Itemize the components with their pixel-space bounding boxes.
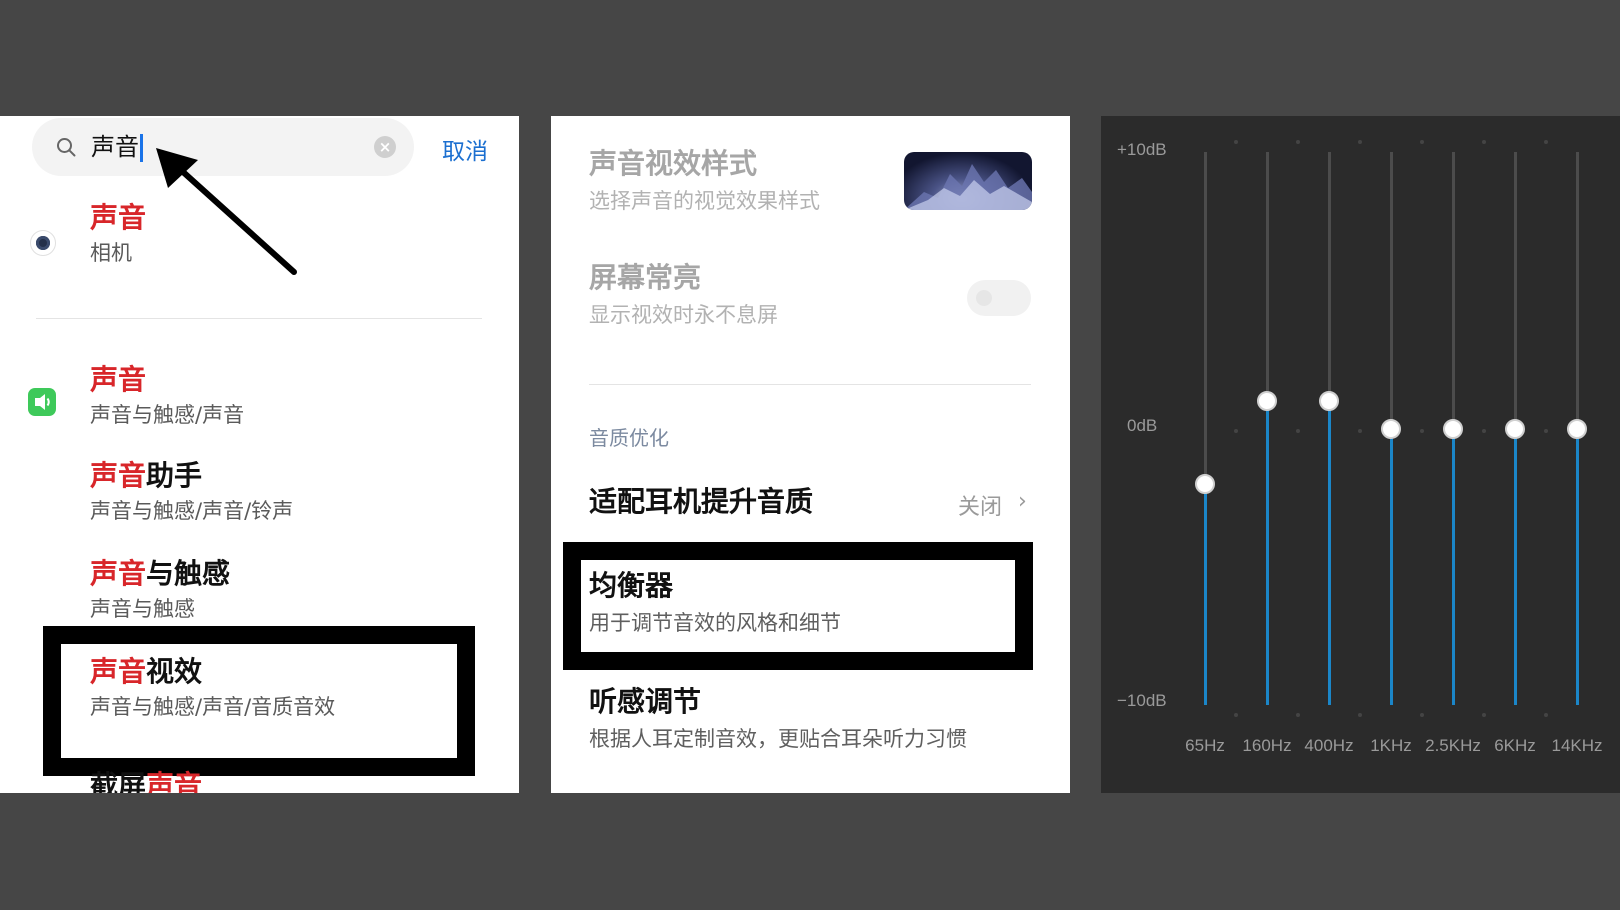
search-result-item[interactable]: 声音 声音与触感/声音 (90, 362, 244, 430)
row-subtitle: 显示视效时永不息屏 (589, 303, 778, 327)
eq-slider-knob[interactable] (1257, 390, 1277, 411)
eq-frequency-label: 65Hz (1185, 736, 1225, 755)
eq-level-fill (1204, 483, 1207, 705)
camera-app-icon (30, 230, 56, 256)
eq-level-fill (1390, 428, 1393, 705)
eq-grid-dot (1234, 713, 1238, 717)
eq-level-fill (1452, 428, 1455, 705)
eq-grid-dot (1482, 713, 1486, 717)
eq-frequency-label: 14KHz (1551, 736, 1603, 755)
pointer-arrow-icon (156, 148, 297, 275)
eq-slider-knob[interactable] (1381, 418, 1401, 439)
row-title: 适配耳机提升音质 (589, 485, 814, 518)
eq-grid-dot (1296, 428, 1300, 433)
headphone-quality-row[interactable]: 适配耳机提升音质 (589, 484, 813, 520)
eq-grid-dot (1420, 713, 1424, 717)
section-label: 音质优化 (589, 426, 669, 450)
db-label-mid: 0dB (1127, 416, 1158, 435)
eq-grid-dot (1296, 140, 1300, 144)
divider (589, 384, 1031, 385)
eq-grid-dot (1420, 140, 1424, 144)
eq-frequency-label: 400Hz (1304, 736, 1354, 755)
equalizer-row[interactable]: 均衡器 用于调节音效的风格和细节 (589, 568, 841, 638)
search-result-item[interactable]: 声音助手 声音与触感/声音/铃声 (90, 458, 293, 526)
divider (36, 318, 482, 319)
row-title: 听感调节 (589, 685, 702, 718)
result-title: 声音助手 (90, 459, 203, 492)
eq-slider-knob[interactable] (1195, 473, 1215, 494)
row-title: 均衡器 (589, 569, 674, 602)
eq-slider-knob[interactable] (1505, 418, 1525, 439)
search-result-item[interactable]: 声音与触感 声音与触感 (90, 556, 230, 624)
result-title: 声音 (90, 201, 147, 234)
row-subtitle: 用于调节音效的风格和细节 (589, 611, 841, 635)
result-path: 声音与触感 (90, 597, 195, 621)
eq-grid-dot (1296, 713, 1300, 717)
result-path: 相机 (90, 241, 132, 265)
text-cursor (140, 134, 143, 162)
sound-visual-settings-panel: 声音视效样式 选择声音的视觉效果样式 屏幕常亮 显示视效时永不息屏 音质优化 适… (551, 116, 1070, 793)
visual-style-thumbnail[interactable] (904, 152, 1032, 210)
visual-style-row[interactable]: 声音视效样式 选择声音的视觉效果样式 (589, 146, 820, 216)
result-path: 声音与触感/声音/音质音效 (90, 695, 336, 719)
eq-frequency-label: 160Hz (1242, 736, 1292, 755)
sound-settings-icon (28, 388, 56, 416)
eq-level-fill (1514, 428, 1517, 705)
eq-grid-dot (1358, 140, 1362, 144)
eq-frequency-label: 6KHz (1494, 736, 1536, 755)
eq-slider-knob[interactable] (1443, 418, 1463, 439)
equalizer-panel: +10dB 0dB −10dB 65Hz 160Hz 400Hz 1KHz 2.5KHz… (1101, 116, 1620, 793)
db-label-bottom: −10dB (1117, 691, 1167, 710)
screen-always-on-row: 屏幕常亮 显示视效时永不息屏 (589, 260, 778, 330)
search-query-text: 声音 (91, 133, 139, 161)
screen-always-on-toggle[interactable] (967, 280, 1031, 316)
eq-grid-dot (1358, 713, 1362, 717)
eq-grid-dot (1544, 713, 1548, 717)
clear-search-icon[interactable]: × (374, 136, 396, 158)
eq-slider-knob[interactable] (1319, 390, 1339, 411)
search-result-item[interactable]: 截屏声音 (90, 768, 202, 793)
result-title: 声音 (90, 363, 147, 396)
search-results-panel: 声音 × 取消 声音 相机 声音 声音与触感/声音 声音助手 声音与触感/声音/… (0, 116, 519, 793)
eq-slider-knob[interactable] (1567, 418, 1587, 439)
hearing-adjust-row[interactable]: 听感调节 根据人耳定制音效，更贴合耳朵听力习惯 (589, 684, 967, 754)
eq-frequency-label: 2.5KHz (1425, 736, 1481, 755)
result-path: 声音与触感/声音 (90, 403, 245, 427)
eq-level-fill (1328, 400, 1331, 705)
row-title: 声音视效样式 (589, 147, 758, 180)
result-title: 截屏声音 (90, 769, 203, 793)
eq-grid-dot (1544, 428, 1548, 433)
result-title: 声音视效 (90, 655, 203, 688)
result-title: 声音与触感 (90, 557, 231, 590)
eq-level-fill (1266, 400, 1269, 705)
search-icon (57, 138, 76, 157)
search-result-item[interactable]: 声音 相机 (90, 200, 146, 268)
eq-grid-dot (1482, 140, 1486, 144)
eq-grid-dot (1544, 140, 1548, 144)
eq-frequency-label: 1KHz (1370, 736, 1412, 755)
search-result-item-sound-visual[interactable]: 声音视效 声音与触感/声音/音质音效 (90, 654, 335, 722)
eq-grid-dot (1482, 428, 1486, 433)
eq-grid-dot (1234, 428, 1238, 433)
eq-grid-dot (1358, 428, 1362, 433)
result-path: 声音与触感/声音/铃声 (90, 499, 294, 523)
row-title: 屏幕常亮 (589, 261, 702, 294)
row-subtitle: 选择声音的视觉效果样式 (589, 189, 820, 213)
headphone-quality-value: 关闭 (958, 495, 1003, 520)
row-subtitle: 根据人耳定制音效，更贴合耳朵听力习惯 (589, 727, 967, 751)
cancel-button[interactable]: 取消 (442, 132, 488, 166)
search-input[interactable]: 声音 (91, 132, 143, 162)
eq-level-fill (1576, 428, 1579, 705)
eq-grid-dot (1234, 140, 1238, 144)
eq-grid-dot (1420, 428, 1424, 433)
chevron-right-icon: › (1018, 489, 1027, 514)
db-label-top: +10dB (1117, 140, 1167, 159)
